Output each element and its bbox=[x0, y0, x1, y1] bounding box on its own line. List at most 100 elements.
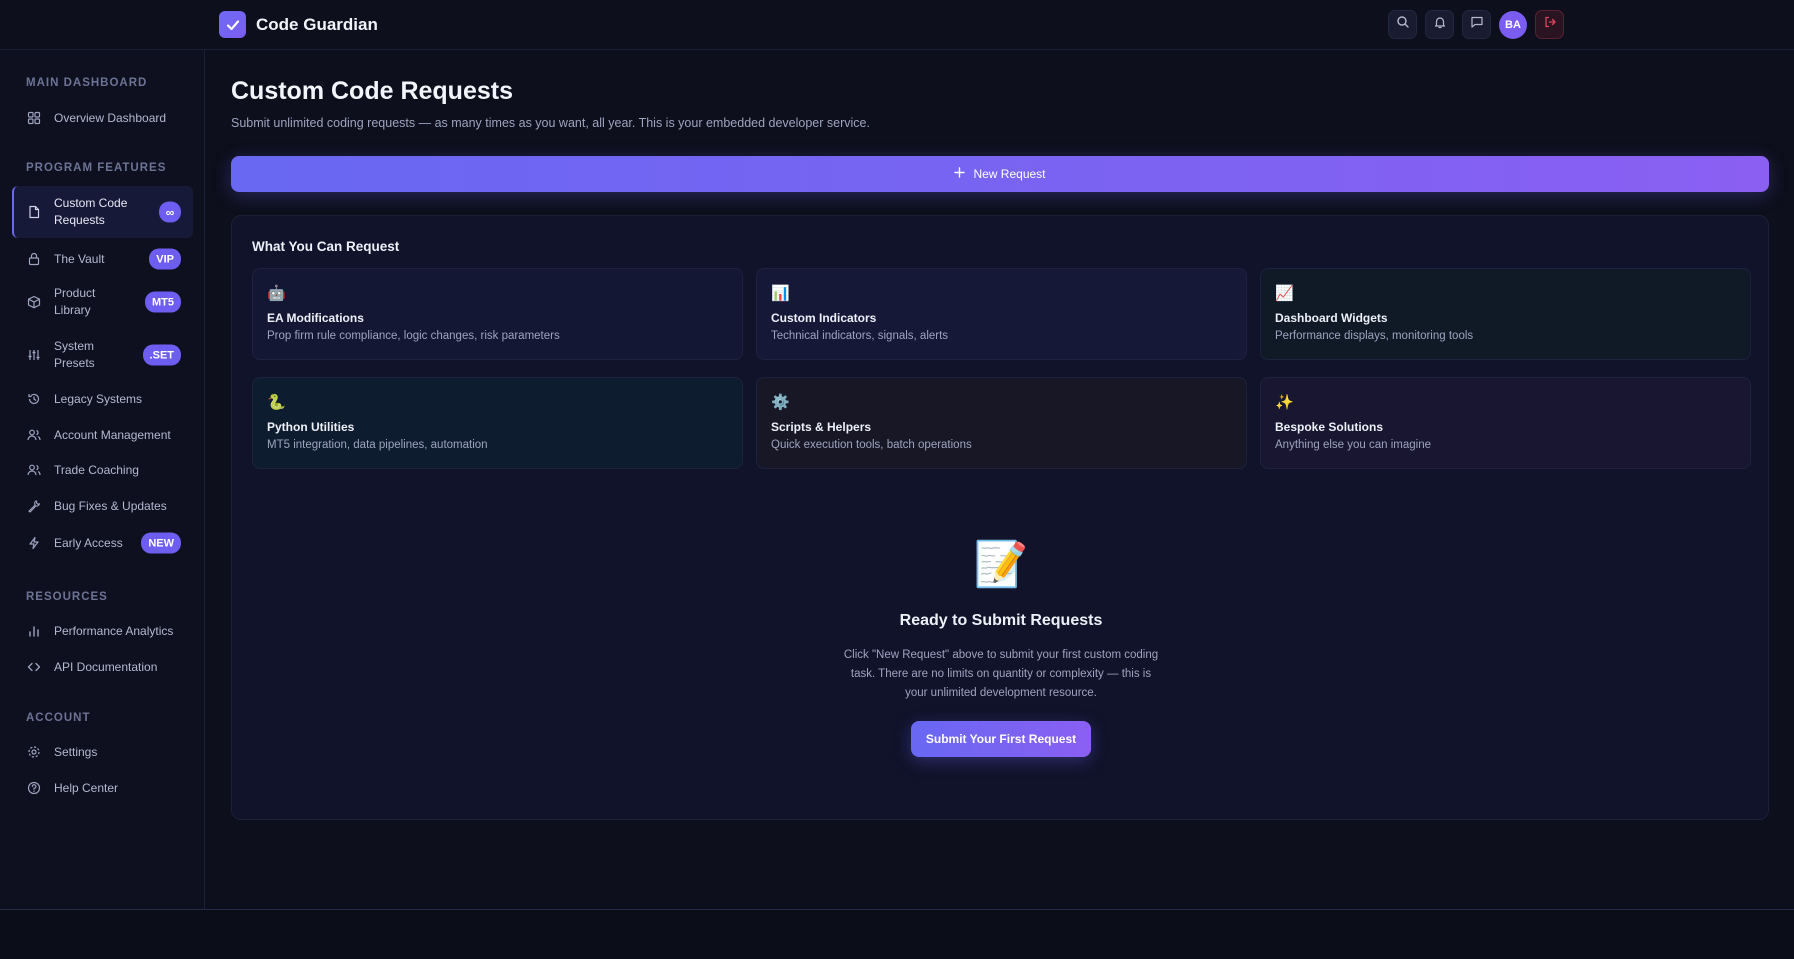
top-actions: BA bbox=[1388, 10, 1564, 39]
submit-first-request-button[interactable]: Submit Your First Request bbox=[911, 721, 1091, 757]
empty-state: 📝 Ready to Submit Requests Click "New Re… bbox=[232, 536, 1770, 757]
card-title: Scripts & Helpers bbox=[771, 420, 872, 434]
bar-chart-emoji-icon: 📊 bbox=[771, 285, 790, 302]
box-icon bbox=[26, 294, 42, 310]
brand[interactable]: Code Guardian bbox=[219, 11, 378, 38]
sidebar-item-label: Trade Coaching bbox=[54, 462, 139, 477]
card-title: Custom Indicators bbox=[771, 311, 877, 325]
empty-state-title: Ready to Submit Requests bbox=[899, 612, 1103, 629]
sidebar: MAIN DASHBOARD Overview Dashboard PROGRA… bbox=[0, 50, 205, 909]
sidebar-item-label: API Documentation bbox=[54, 659, 158, 674]
card-title: EA Modifications bbox=[267, 311, 364, 325]
new-badge: NEW bbox=[141, 532, 181, 554]
card-description: Prop firm rule compliance, logic changes… bbox=[267, 330, 560, 342]
sidebar-item-overview[interactable]: Overview Dashboard bbox=[12, 108, 193, 128]
page-subtitle: Submit unlimited coding requests — as ma… bbox=[231, 116, 870, 130]
new-request-button[interactable]: New Request bbox=[231, 156, 1769, 192]
sidebar-item-label: Custom Code Requests bbox=[54, 196, 128, 227]
lock-icon bbox=[26, 251, 42, 267]
sidebar-item-label: Early Access bbox=[54, 535, 123, 550]
sidebar-item-custom-code-requests[interactable]: Custom Code Requests ∞ bbox=[12, 186, 193, 238]
sidebar-item-label: The Vault bbox=[54, 251, 105, 266]
document-icon bbox=[26, 204, 42, 220]
logout-button[interactable] bbox=[1535, 10, 1564, 39]
code-icon bbox=[26, 659, 42, 675]
card-description: Technical indicators, signals, alerts bbox=[771, 330, 949, 342]
sidebar-item-label: Product Library bbox=[54, 286, 96, 317]
sparkles-icon: ✨ bbox=[1275, 394, 1294, 411]
card-title: Python Utilities bbox=[267, 420, 355, 434]
lightning-icon bbox=[26, 535, 42, 551]
card-description: Anything else you can imagine bbox=[1275, 439, 1431, 451]
sidebar-item-bug-fixes[interactable]: Bug Fixes & Updates bbox=[12, 496, 193, 516]
gear-emoji-icon: ⚙️ bbox=[771, 394, 790, 411]
chart-up-icon: 📈 bbox=[1275, 285, 1294, 302]
card-custom-indicators[interactable]: 📊 Custom Indicators Technical indicators… bbox=[756, 268, 1247, 360]
brand-name: Code Guardian bbox=[256, 14, 378, 34]
empty-state-text: Click "New Request" above to submit your… bbox=[843, 649, 1159, 699]
sidebar-item-early-access[interactable]: Early Access NEW bbox=[12, 530, 193, 556]
sidebar-item-api-documentation[interactable]: API Documentation bbox=[12, 657, 193, 677]
sidebar-item-vault[interactable]: The Vault VIP bbox=[12, 246, 193, 272]
message-icon bbox=[1470, 15, 1484, 34]
sidebar-item-system-presets[interactable]: System Presets .SET bbox=[12, 337, 193, 373]
request-types-panel: What You Can Request 🤖 EA Modifications … bbox=[231, 215, 1769, 820]
sidebar-item-label: Legacy Systems bbox=[54, 391, 143, 406]
robot-icon: 🤖 bbox=[267, 285, 286, 302]
history-icon bbox=[26, 391, 42, 407]
sidebar-item-label: Bug Fixes & Updates bbox=[54, 498, 167, 513]
check-logo-icon bbox=[219, 11, 246, 38]
search-button[interactable] bbox=[1388, 10, 1417, 39]
card-title: Bespoke Solutions bbox=[1275, 420, 1384, 434]
section-title-main: MAIN DASHBOARD bbox=[26, 77, 148, 89]
logout-icon bbox=[1543, 15, 1557, 34]
top-bar: Code Guardian BA bbox=[0, 0, 1794, 50]
vip-badge: VIP bbox=[149, 248, 181, 270]
footer bbox=[0, 909, 1794, 959]
help-icon bbox=[26, 780, 42, 796]
sidebar-item-legacy-systems[interactable]: Legacy Systems bbox=[12, 389, 193, 409]
card-ea-modifications[interactable]: 🤖 EA Modifications Prop firm rule compli… bbox=[252, 268, 743, 360]
snake-icon: 🐍 bbox=[267, 394, 286, 411]
plus-icon bbox=[954, 167, 966, 181]
card-description: MT5 integration, data pipelines, automat… bbox=[267, 439, 488, 451]
sidebar-item-label: Settings bbox=[54, 744, 98, 759]
card-title: Dashboard Widgets bbox=[1275, 311, 1388, 325]
section-title-account: ACCOUNT bbox=[26, 712, 91, 724]
section-title-program: PROGRAM FEATURES bbox=[26, 162, 167, 174]
sidebar-item-label: System Presets bbox=[54, 339, 95, 370]
sidebar-item-performance-analytics[interactable]: Performance Analytics bbox=[12, 621, 193, 641]
set-badge: .SET bbox=[142, 344, 181, 366]
sidebar-item-product-library[interactable]: Product Library MT5 bbox=[12, 284, 193, 320]
card-description: Quick execution tools, batch operations bbox=[771, 439, 972, 451]
infinity-badge: ∞ bbox=[159, 201, 181, 223]
sidebar-item-label: Overview Dashboard bbox=[54, 110, 167, 125]
users-icon bbox=[26, 427, 42, 443]
card-python-utilities[interactable]: 🐍 Python Utilities MT5 integration, data… bbox=[252, 377, 743, 469]
sidebar-item-settings[interactable]: Settings bbox=[12, 742, 193, 762]
memo-icon: 📝 bbox=[973, 540, 1029, 589]
card-bespoke-solutions[interactable]: ✨ Bespoke Solutions Anything else you ca… bbox=[1260, 377, 1751, 469]
section-title-resources: RESOURCES bbox=[26, 591, 108, 603]
card-scripts-helpers[interactable]: ⚙️ Scripts & Helpers Quick execution too… bbox=[756, 377, 1247, 469]
page-title: Custom Code Requests bbox=[231, 77, 513, 105]
sidebar-item-label: Performance Analytics bbox=[54, 623, 174, 638]
notifications-button[interactable] bbox=[1425, 10, 1454, 39]
wrench-icon bbox=[26, 498, 42, 514]
bell-icon bbox=[1433, 15, 1447, 34]
mt5-badge: MT5 bbox=[145, 291, 181, 313]
sliders-icon bbox=[26, 347, 42, 363]
sidebar-item-label: Account Management bbox=[54, 427, 171, 442]
new-request-label: New Request bbox=[973, 167, 1046, 181]
card-description: Performance displays, monitoring tools bbox=[1275, 330, 1474, 342]
panel-title: What You Can Request bbox=[252, 239, 400, 254]
bar-chart-icon bbox=[26, 623, 42, 639]
sidebar-item-account-management[interactable]: Account Management bbox=[12, 425, 193, 445]
grid-icon bbox=[26, 110, 42, 126]
sidebar-item-trade-coaching[interactable]: Trade Coaching bbox=[12, 460, 193, 480]
sidebar-item-help-center[interactable]: Help Center bbox=[12, 778, 193, 798]
card-dashboard-widgets[interactable]: 📈 Dashboard Widgets Performance displays… bbox=[1260, 268, 1751, 360]
messages-button[interactable] bbox=[1462, 10, 1491, 39]
search-icon bbox=[1396, 15, 1410, 34]
avatar[interactable]: BA bbox=[1499, 11, 1527, 39]
